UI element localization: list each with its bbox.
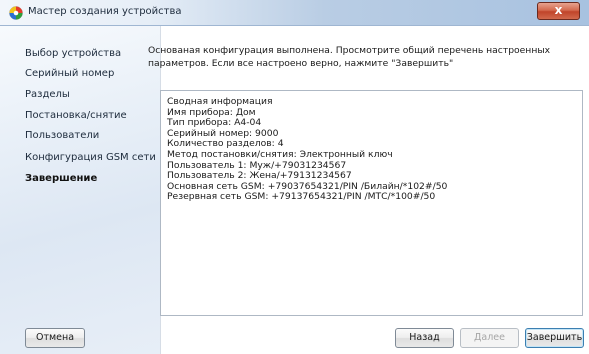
summary-line: Метод постановки/снятия: Электронный клю… bbox=[167, 148, 393, 160]
summary-textbox[interactable]: Сводная информация Имя прибора: Дом Тип … bbox=[160, 90, 583, 316]
close-button[interactable]: x bbox=[537, 2, 580, 20]
sidebar-item-partitions[interactable]: Разделы bbox=[25, 89, 70, 100]
sidebar-item-finish[interactable]: Завершение bbox=[25, 173, 97, 184]
sidebar-item-arming[interactable]: Постановка/снятие bbox=[25, 110, 127, 121]
sidebar-item-users[interactable]: Пользователи bbox=[25, 130, 99, 141]
intro-text: Основаная конфигурация выполнена. Просмо… bbox=[148, 45, 551, 69]
close-icon: x bbox=[554, 3, 563, 17]
sidebar-item-gsm-config[interactable]: Конфигурация GSM сети bbox=[25, 152, 156, 163]
app-logo-icon bbox=[9, 6, 23, 20]
sidebar-item-device-selection[interactable]: Выбор устройства bbox=[25, 48, 121, 59]
cancel-button[interactable]: Отмена bbox=[25, 328, 85, 348]
summary-heading: Сводная информация bbox=[167, 96, 273, 107]
wizard-steps-sidebar: Выбор устройства Серийный номер Разделы … bbox=[0, 26, 161, 354]
summary-line: Резервная сеть GSM: +79137654321/PIN /МТ… bbox=[167, 191, 436, 203]
window-titlebar[interactable]: Мастер создания устройства x bbox=[0, 0, 589, 26]
next-button[interactable]: Далее bbox=[460, 328, 519, 348]
sidebar-item-serial-number[interactable]: Серийный номер bbox=[25, 68, 114, 79]
finish-button[interactable]: Завершить bbox=[525, 328, 584, 348]
window-title: Мастер создания устройства bbox=[28, 6, 182, 17]
back-button[interactable]: Назад bbox=[395, 328, 454, 348]
